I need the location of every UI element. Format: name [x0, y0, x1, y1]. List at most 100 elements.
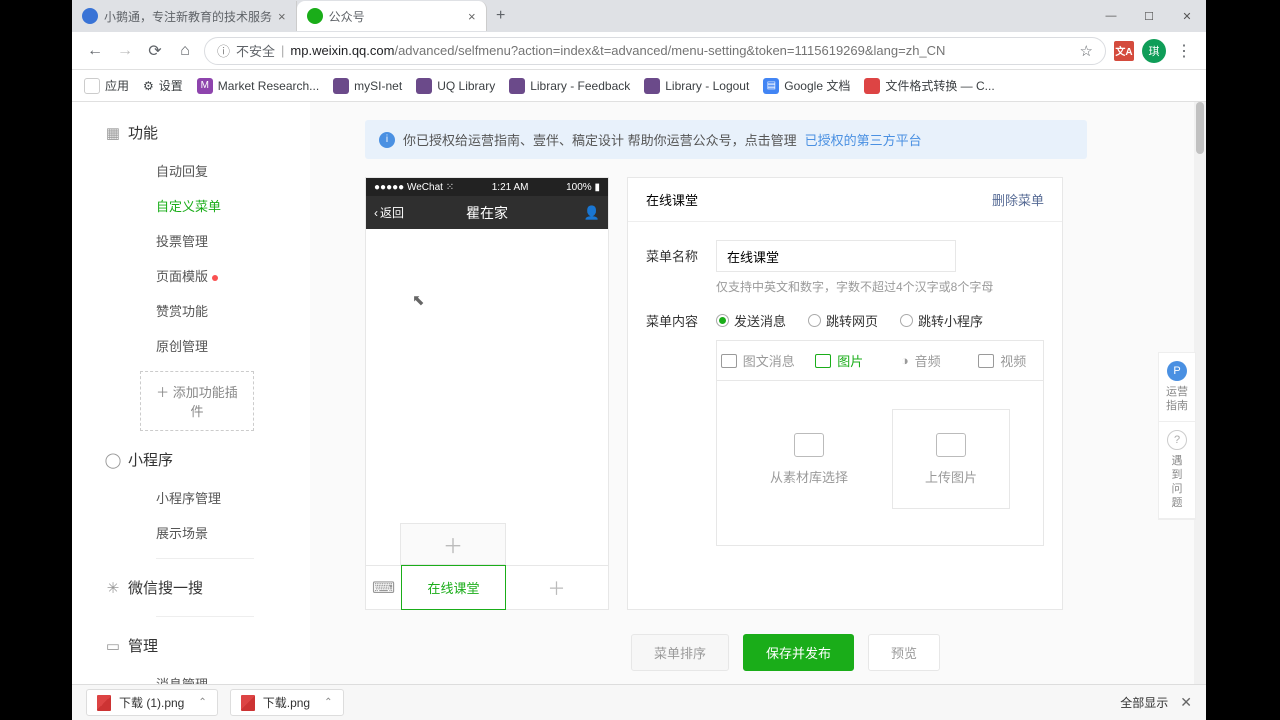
preview-button[interactable]: 预览: [868, 634, 940, 671]
media-tab-image[interactable]: 图片: [799, 341, 881, 380]
favicon-icon: [82, 8, 98, 24]
window-controls: — ☐ ✕: [1092, 1, 1206, 31]
sidebar-item-vote[interactable]: 投票管理: [72, 223, 310, 258]
menu-item-1[interactable]: 在线课堂: [401, 565, 506, 610]
sort-menu-button[interactable]: 菜单排序: [631, 634, 729, 671]
info-icon: i: [379, 132, 395, 148]
grid-icon: ▦: [104, 124, 122, 142]
delete-menu-button[interactable]: 删除菜单: [992, 190, 1044, 209]
sidebar-group-features[interactable]: ▦功能: [72, 112, 310, 153]
article-icon: [721, 354, 737, 368]
file-icon: [241, 695, 255, 711]
maximize-button[interactable]: ☐: [1130, 1, 1168, 31]
sidebar-item-template[interactable]: 页面模版: [72, 258, 310, 293]
sidebar-item-messages[interactable]: 消息管理: [72, 666, 310, 684]
bookmark-item[interactable]: Library - Logout: [644, 78, 749, 94]
add-plugin-button[interactable]: ＋ 添加功能插件: [140, 371, 254, 431]
site-icon: [644, 78, 660, 94]
browser-tab[interactable]: 小鹅通，专注新教育的技术服务 ×: [72, 1, 297, 31]
site-icon: [864, 78, 880, 94]
reload-button[interactable]: ⟳: [144, 40, 166, 62]
chevron-up-icon[interactable]: ⌃: [198, 697, 206, 708]
badge-icon: P: [1167, 361, 1187, 381]
download-item[interactable]: 下载.png ⌃: [230, 689, 344, 716]
translate-icon[interactable]: 文A: [1114, 41, 1134, 61]
miniprogram-icon: ◯: [104, 451, 122, 469]
sidebar-item-autoreply[interactable]: 自动回复: [72, 153, 310, 188]
back-button[interactable]: ←: [84, 40, 106, 62]
spark-icon: ✳: [104, 579, 122, 597]
menu-name-label: 菜单名称: [646, 240, 716, 265]
menu-name-input[interactable]: [716, 240, 956, 272]
new-tab-button[interactable]: +: [487, 2, 515, 30]
docs-icon: ▤: [763, 78, 779, 94]
media-tab-video[interactable]: 视频: [962, 341, 1044, 380]
show-all-downloads[interactable]: 全部显示: [1120, 694, 1168, 711]
mouse-cursor-icon: ⬉: [412, 291, 425, 309]
profile-avatar[interactable]: 琪: [1142, 39, 1166, 63]
address-input[interactable]: ⓘ 不安全 | mp.weixin.qq.com/advanced/selfme…: [204, 37, 1106, 65]
browser-menu-icon[interactable]: ⋮: [1174, 41, 1194, 61]
bookmark-item[interactable]: mySI-net: [333, 78, 402, 94]
alert-link[interactable]: 已授权的第三方平台: [805, 130, 922, 149]
security-status: 不安全: [236, 41, 275, 60]
tab-title: 公众号: [329, 8, 462, 25]
site-icon: [509, 78, 525, 94]
add-submenu-button[interactable]: ＋: [400, 523, 506, 565]
phone-header: ‹返回 瞿在家 👤: [366, 196, 608, 229]
menu-content-label: 菜单内容: [646, 305, 716, 330]
home-button[interactable]: ⌂: [174, 40, 196, 62]
sidebar-group-search[interactable]: ✳微信搜一搜: [72, 567, 310, 608]
select-from-library-button[interactable]: 从素材库选择: [750, 409, 868, 509]
add-menu-button[interactable]: ＋: [505, 566, 608, 609]
minimize-button[interactable]: —: [1092, 1, 1130, 31]
user-icon[interactable]: 👤: [584, 205, 600, 221]
bookmark-item[interactable]: Library - Feedback: [509, 78, 630, 94]
radio-send-message[interactable]: 发送消息: [716, 311, 786, 330]
question-icon: ?: [1167, 430, 1187, 450]
radio-jump-miniprogram[interactable]: 跳转小程序: [900, 311, 983, 330]
phone-status-bar: ●●●●● WeChat ⁙1:21 AM100% ▮: [366, 178, 608, 196]
window-close-button[interactable]: ✕: [1168, 1, 1206, 31]
bookmark-item[interactable]: ⚙设置: [143, 77, 183, 94]
sidebar-item-reward[interactable]: 赞赏功能: [72, 293, 310, 328]
media-tab-article[interactable]: 图文消息: [717, 341, 799, 380]
video-icon: [978, 354, 994, 368]
bookmark-item[interactable]: 文件格式转换 — C...: [864, 77, 994, 94]
apps-button[interactable]: 应用: [84, 77, 129, 94]
bookmark-item[interactable]: ▤Google 文档: [763, 77, 850, 94]
sidebar: ▦功能 自动回复 自定义菜单 投票管理 页面模版 赞赏功能 原创管理 ＋ 添加功…: [72, 102, 310, 684]
close-icon[interactable]: ×: [278, 9, 286, 24]
auth-alert: i 你已授权给运营指南、壹伴、稿定设计 帮助你运营公众号，点击管理 已授权的第三…: [365, 120, 1087, 159]
sidebar-item-original[interactable]: 原创管理: [72, 328, 310, 363]
sidebar-item-mp-scene[interactable]: 展示场景: [72, 515, 310, 550]
bookmarks-bar: 应用 ⚙设置 MMarket Research... mySI-net UQ L…: [72, 70, 1206, 102]
chevron-up-icon[interactable]: ⌃: [324, 697, 332, 708]
help-button[interactable]: ? 遇 到 问 题: [1159, 422, 1195, 519]
bookmark-item[interactable]: MMarket Research...: [197, 78, 319, 94]
download-item[interactable]: 下载 (1).png ⌃: [86, 689, 218, 716]
browser-tab-active[interactable]: 公众号 ×: [297, 1, 487, 31]
menu-settings-panel: 在线课堂 删除菜单 菜单名称 仅支持中英文和数字，字数不超过4个汉字或8个字母: [627, 177, 1063, 610]
close-icon[interactable]: ✕: [1180, 694, 1192, 711]
keyboard-icon[interactable]: ⌨: [366, 566, 402, 609]
sidebar-item-mp-manage[interactable]: 小程序管理: [72, 480, 310, 515]
phone-menu-bar: ⌨ 在线课堂 ＋: [366, 565, 608, 609]
phone-title: 瞿在家: [366, 203, 608, 223]
radio-icon: [900, 314, 913, 327]
page-content: ▦功能 自动回复 自定义菜单 投票管理 页面模版 赞赏功能 原创管理 ＋ 添加功…: [72, 102, 1206, 684]
file-icon: [97, 695, 111, 711]
sidebar-item-custommenu[interactable]: 自定义菜单: [72, 188, 310, 223]
bookmark-star-icon[interactable]: ☆: [1080, 42, 1093, 60]
upload-image-button[interactable]: 上传图片: [892, 409, 1010, 509]
guide-button[interactable]: P 运营 指南: [1159, 353, 1195, 422]
sidebar-group-manage[interactable]: ▭管理: [72, 625, 310, 666]
bookmark-item[interactable]: UQ Library: [416, 78, 495, 94]
close-icon[interactable]: ×: [468, 9, 476, 24]
gear-icon: ⚙: [143, 79, 154, 93]
save-publish-button[interactable]: 保存并发布: [743, 634, 854, 671]
forward-button[interactable]: →: [114, 40, 136, 62]
radio-jump-url[interactable]: 跳转网页: [808, 311, 878, 330]
sidebar-group-miniprogram[interactable]: ◯小程序: [72, 439, 310, 480]
media-tab-audio[interactable]: ◑音频: [880, 341, 962, 380]
